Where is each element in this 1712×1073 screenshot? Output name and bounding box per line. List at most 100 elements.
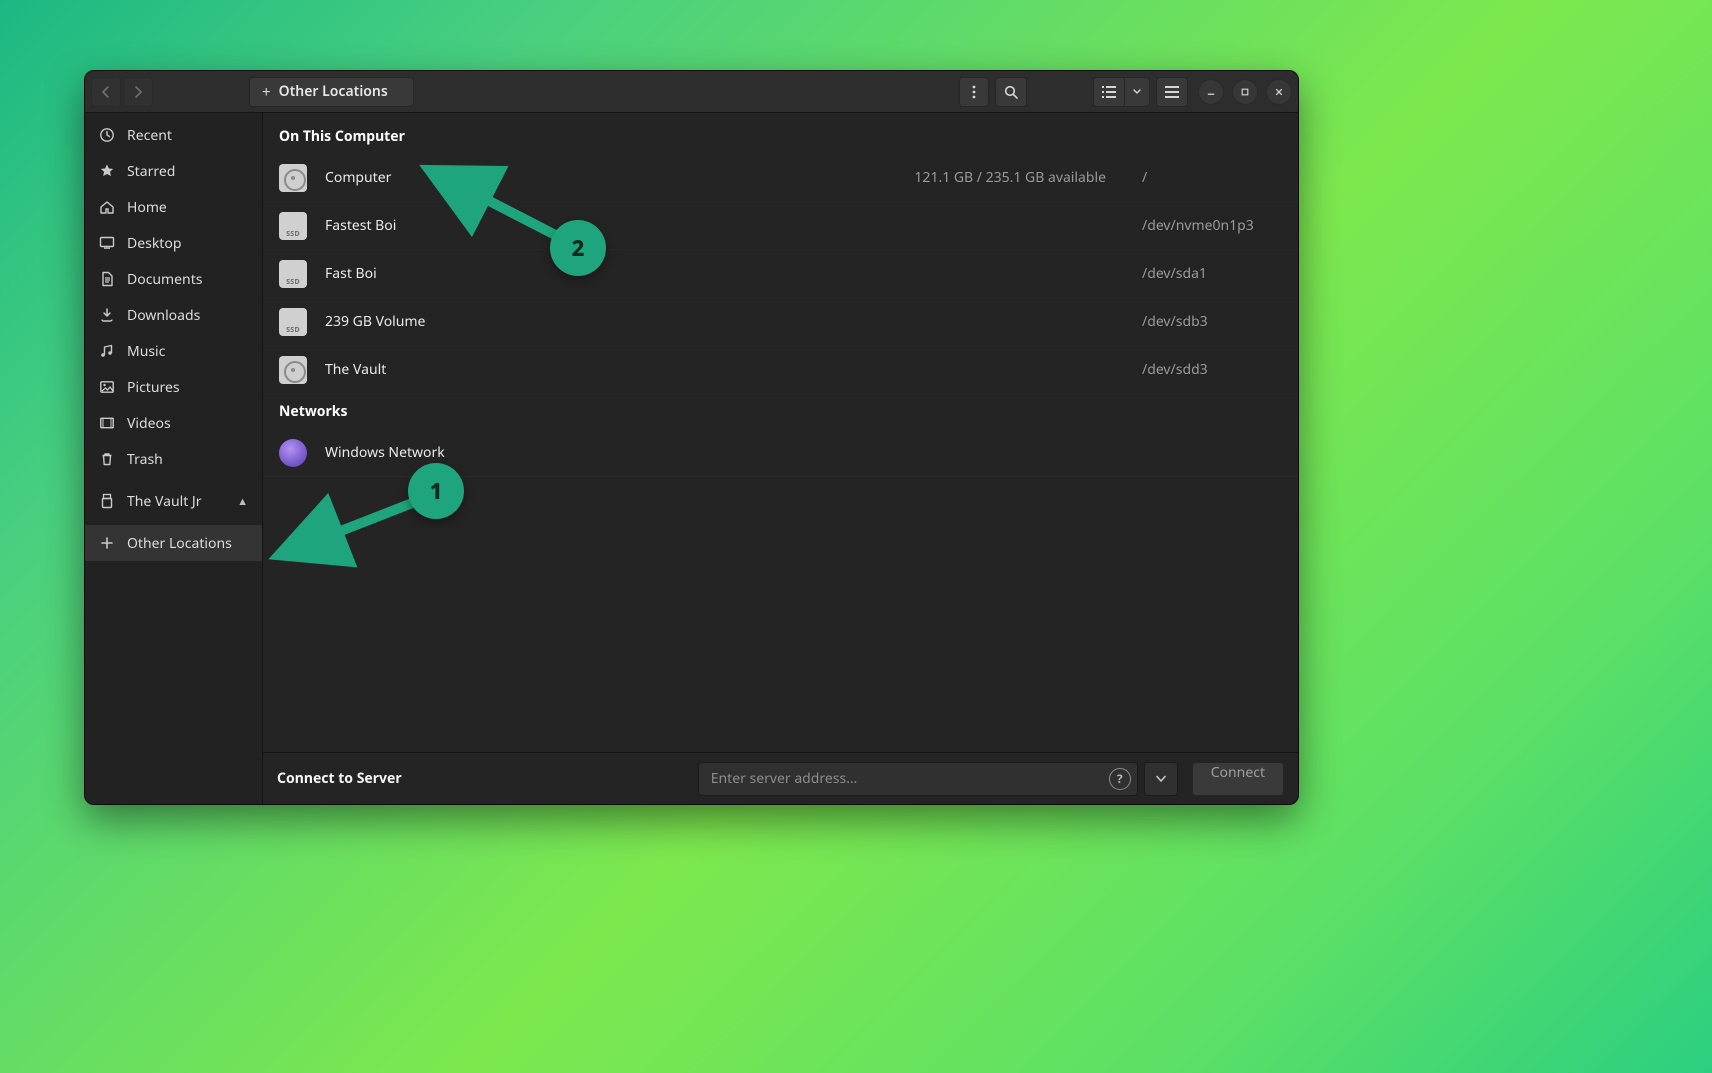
search-icon (1004, 85, 1018, 99)
drive-row[interactable]: Computer121.1 GB / 235.1 GB available/ (263, 154, 1298, 202)
eject-icon[interactable]: ▲ (237, 494, 248, 509)
drive-label: 239 GB Volume (325, 312, 425, 331)
trash-icon (99, 451, 115, 467)
view-switcher (1093, 77, 1150, 107)
headerbar-right (1093, 77, 1292, 107)
picture-icon (99, 379, 115, 395)
plus-icon (99, 535, 115, 551)
drive-path: / (1142, 168, 1282, 187)
sidebar-item-label: Downloads (127, 306, 200, 325)
drive-path: /dev/sda1 (1142, 264, 1282, 283)
kebab-menu-button[interactable] (959, 77, 989, 107)
drive-icon (279, 212, 307, 240)
home-icon (99, 199, 115, 215)
video-icon (99, 415, 115, 431)
nav-buttons (91, 77, 153, 107)
sidebar: Recent Starred Home Desktop Documents Downloa… (85, 113, 263, 804)
sidebar-item-label: Home (127, 198, 167, 217)
server-history-button[interactable] (1144, 762, 1178, 796)
sidebar-item-label: Desktop (127, 234, 181, 253)
sidebar-item-other-locations[interactable]: Other Locations (85, 525, 262, 561)
drive-row[interactable]: Fastest Boi/dev/nvme0n1p3 (263, 202, 1298, 250)
sidebar-item-label: Starred (127, 162, 175, 181)
drive-label: Windows Network (325, 443, 445, 462)
chevron-down-icon (1133, 89, 1141, 95)
sidebar-item-starred[interactable]: Starred (85, 153, 262, 189)
window-controls (1198, 79, 1292, 105)
sidebar-item-label: The Vault Jr (127, 492, 202, 511)
sidebar-item-the-vault-jr[interactable]: The Vault Jr ▲ (85, 483, 262, 519)
drive-row[interactable]: The Vault/dev/sdd3 (263, 346, 1298, 394)
drive-icon (279, 164, 307, 192)
drive-icon (279, 308, 307, 336)
hamburger-menu-button[interactable] (1156, 77, 1188, 107)
sidebar-item-recent[interactable]: Recent (85, 117, 262, 153)
drive-row[interactable]: 239 GB Volume/dev/sdb3 (263, 298, 1298, 346)
pathbar-label: Other Locations (279, 82, 388, 101)
hamburger-icon (1165, 86, 1179, 98)
sidebar-item-pictures[interactable]: Pictures (85, 369, 262, 405)
close-icon (1275, 87, 1283, 97)
sidebar-item-label: Documents (127, 270, 202, 289)
sidebar-item-videos[interactable]: Videos (85, 405, 262, 441)
maximize-icon (1241, 87, 1249, 97)
drive-label: Fast Boi (325, 264, 377, 283)
help-icon[interactable]: ? (1109, 768, 1131, 790)
chevron-right-icon (132, 86, 144, 98)
sidebar-item-music[interactable]: Music (85, 333, 262, 369)
drive-icon (279, 356, 307, 384)
connect-label: Connect to Server (277, 769, 402, 788)
usb-icon (99, 493, 115, 509)
doc-icon (99, 271, 115, 287)
sidebar-item-documents[interactable]: Documents (85, 261, 262, 297)
sidebar-item-label: Other Locations (127, 534, 232, 553)
sidebar-item-home[interactable]: Home (85, 189, 262, 225)
view-dropdown-button[interactable] (1124, 77, 1150, 107)
drive-path: /dev/nvme0n1p3 (1142, 216, 1282, 235)
headerbar: + Other Locations (85, 71, 1298, 113)
chevron-down-icon (1156, 775, 1166, 783)
locations-list: On This Computer Computer121.1 GB / 235.… (263, 113, 1298, 752)
chevron-left-icon (100, 86, 112, 98)
drive-path: /dev/sdd3 (1142, 360, 1282, 379)
sidebar-item-label: Videos (127, 414, 171, 433)
list-view-button[interactable] (1093, 77, 1125, 107)
sidebar-item-trash[interactable]: Trash (85, 441, 262, 477)
sidebar-item-downloads[interactable]: Downloads (85, 297, 262, 333)
connect-to-server-bar: Connect to Server Enter server address… … (263, 752, 1298, 804)
server-address-placeholder: Enter server address… (711, 769, 1109, 788)
minimize-icon (1207, 87, 1215, 97)
nav-back-button[interactable] (91, 77, 121, 107)
window-maximize-button[interactable] (1232, 79, 1258, 105)
sidebar-item-label: Trash (127, 450, 163, 469)
download-icon (99, 307, 115, 323)
network-icon (279, 439, 307, 467)
main-panel: On This Computer Computer121.1 GB / 235.… (263, 113, 1298, 804)
nav-forward-button[interactable] (123, 77, 153, 107)
section-header-networks: Networks (263, 394, 1298, 429)
drive-row[interactable]: Fast Boi/dev/sda1 (263, 250, 1298, 298)
section-header-computer: On This Computer (263, 119, 1298, 154)
search-button[interactable] (995, 77, 1027, 107)
sidebar-item-label: Music (127, 342, 165, 361)
list-icon (1102, 86, 1116, 98)
pathbar[interactable]: + Other Locations (249, 77, 414, 107)
clock-icon (99, 127, 115, 143)
window-minimize-button[interactable] (1198, 79, 1224, 105)
window-close-button[interactable] (1266, 79, 1292, 105)
drive-path: /dev/sdb3 (1142, 312, 1282, 331)
sidebar-item-desktop[interactable]: Desktop (85, 225, 262, 261)
sidebar-item-label: Recent (127, 126, 172, 145)
desktop-icon (99, 235, 115, 251)
drive-label: Fastest Boi (325, 216, 396, 235)
server-address-input[interactable]: Enter server address… ? (698, 762, 1138, 796)
drive-icon (279, 260, 307, 288)
drive-row[interactable]: Windows Network (263, 429, 1298, 477)
drive-label: The Vault (325, 360, 386, 379)
connect-button[interactable]: Connect (1192, 762, 1284, 796)
drive-label: Computer (325, 168, 391, 187)
file-manager-window: + Other Locations (84, 70, 1299, 805)
music-icon (99, 343, 115, 359)
kebab-icon (972, 85, 976, 99)
star-icon (99, 163, 115, 179)
